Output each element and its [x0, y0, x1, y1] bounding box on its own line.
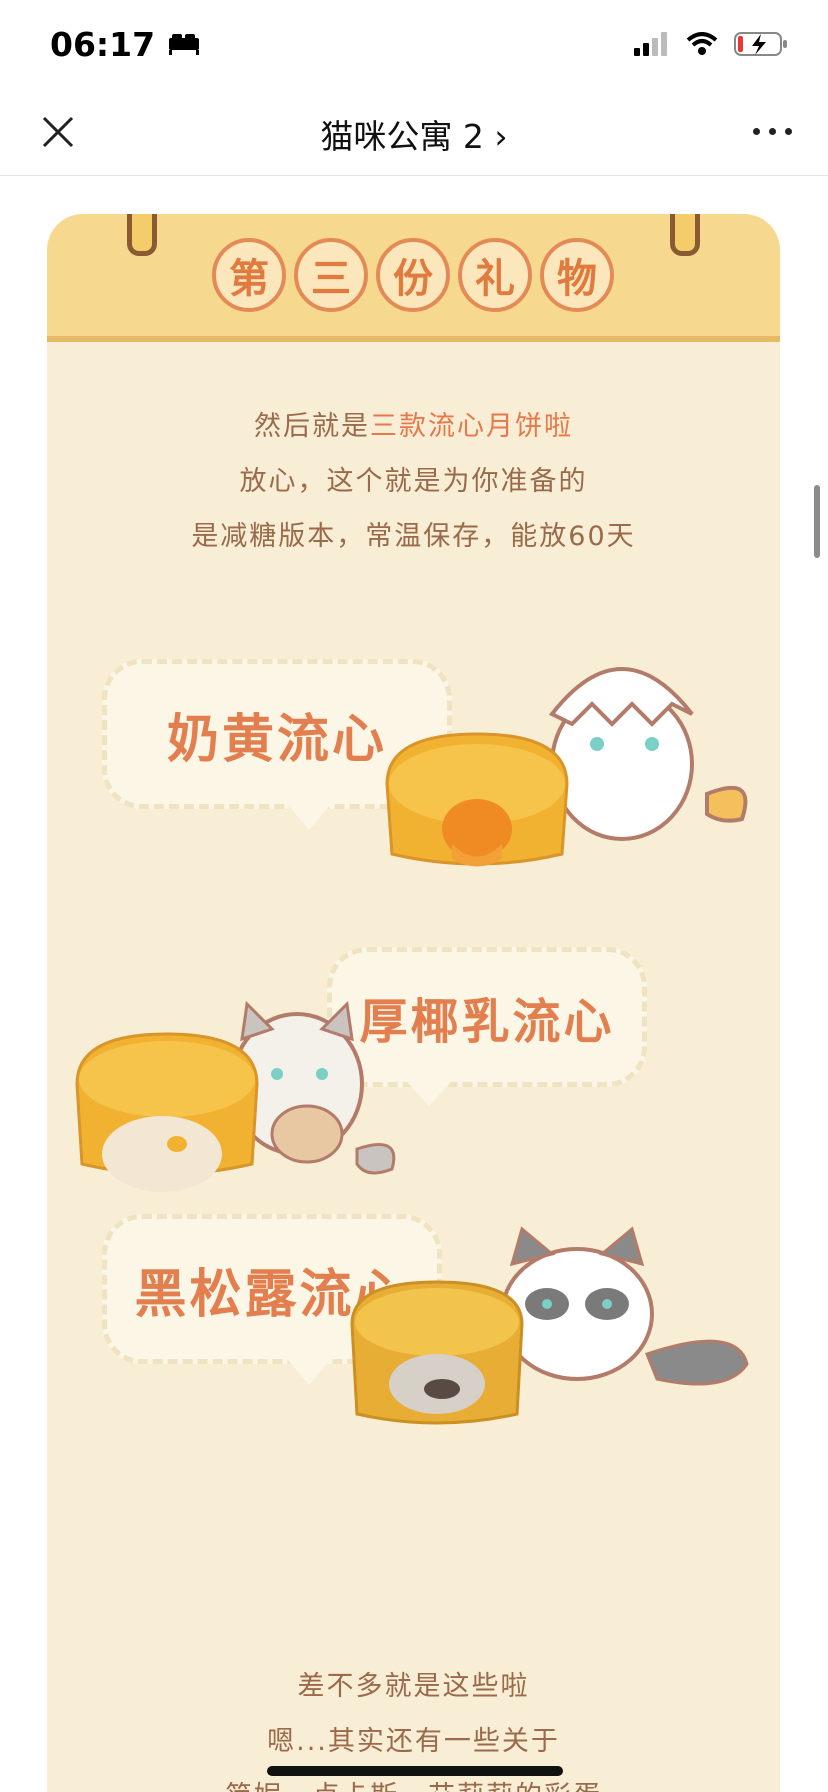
gift-title: 第 三 份 礼 物	[207, 236, 619, 314]
nav-title-text: 猫咪公寓 2	[320, 117, 484, 156]
signal-icon	[634, 32, 667, 56]
outro-line-1: 差不多就是这些啦	[297, 1671, 530, 1702]
clock-text: 06:17	[50, 24, 156, 64]
title-char: 礼	[458, 238, 532, 312]
intro-line-1: 然后就是三款流心月饼啦	[47, 399, 780, 454]
binder-ring-left	[127, 214, 157, 256]
battery-charging-icon	[734, 32, 787, 56]
intro-line-2: 放心，这个就是为你准备的	[239, 466, 588, 497]
bubble-tail	[287, 804, 331, 830]
binder-ring-right	[670, 214, 700, 256]
title-char: 物	[540, 238, 614, 312]
chevron-right-icon: ›	[494, 117, 508, 156]
intro-text: 然后就是三款流心月饼啦 放心，这个就是为你准备的 是减糖版本，常温保存，能放60…	[47, 399, 780, 564]
gift-card: 第 三 份 礼 物 然后就是三款流心月饼啦 放心，这个就是为你准备的 是减糖版本…	[47, 214, 780, 1792]
nav-title[interactable]: 猫咪公寓 2 ›	[0, 110, 828, 158]
card-header: 第 三 份 礼 物	[47, 214, 780, 342]
title-char: 三	[294, 238, 368, 312]
custard-mooncake-image	[385, 732, 569, 867]
intro-line-3: 是减糖版本，常温保存，能放60天	[191, 521, 636, 552]
title-char: 份	[376, 238, 450, 312]
title-char: 第	[212, 238, 286, 312]
nav-bar: 猫咪公寓 2 ›	[0, 88, 828, 176]
more-icon[interactable]	[753, 128, 792, 135]
truffle-mooncake-image	[350, 1280, 524, 1425]
home-indicator[interactable]	[267, 1766, 563, 1776]
intro-prefix: 然后就是	[254, 411, 370, 442]
article-content[interactable]: 第 三 份 礼 物 然后就是三款流心月饼啦 放心，这个就是为你准备的 是减糖版本…	[0, 177, 828, 1792]
bubble-tail	[287, 1359, 331, 1385]
bubble-tail	[407, 1082, 451, 1106]
outro-line-2: 嗯...其实还有一些关于	[267, 1726, 560, 1757]
status-bar: 06:17	[0, 0, 828, 88]
wifi-icon	[686, 32, 718, 55]
status-time: 06:17	[50, 25, 201, 64]
intro-highlight: 三款流心月饼啦	[370, 411, 573, 442]
flavor-label: 奶黄流心	[166, 709, 387, 770]
status-icons	[634, 31, 788, 57]
bed-icon	[169, 34, 200, 55]
scrollbar[interactable]	[814, 485, 820, 558]
coconut-mooncake-image	[75, 1032, 259, 1192]
